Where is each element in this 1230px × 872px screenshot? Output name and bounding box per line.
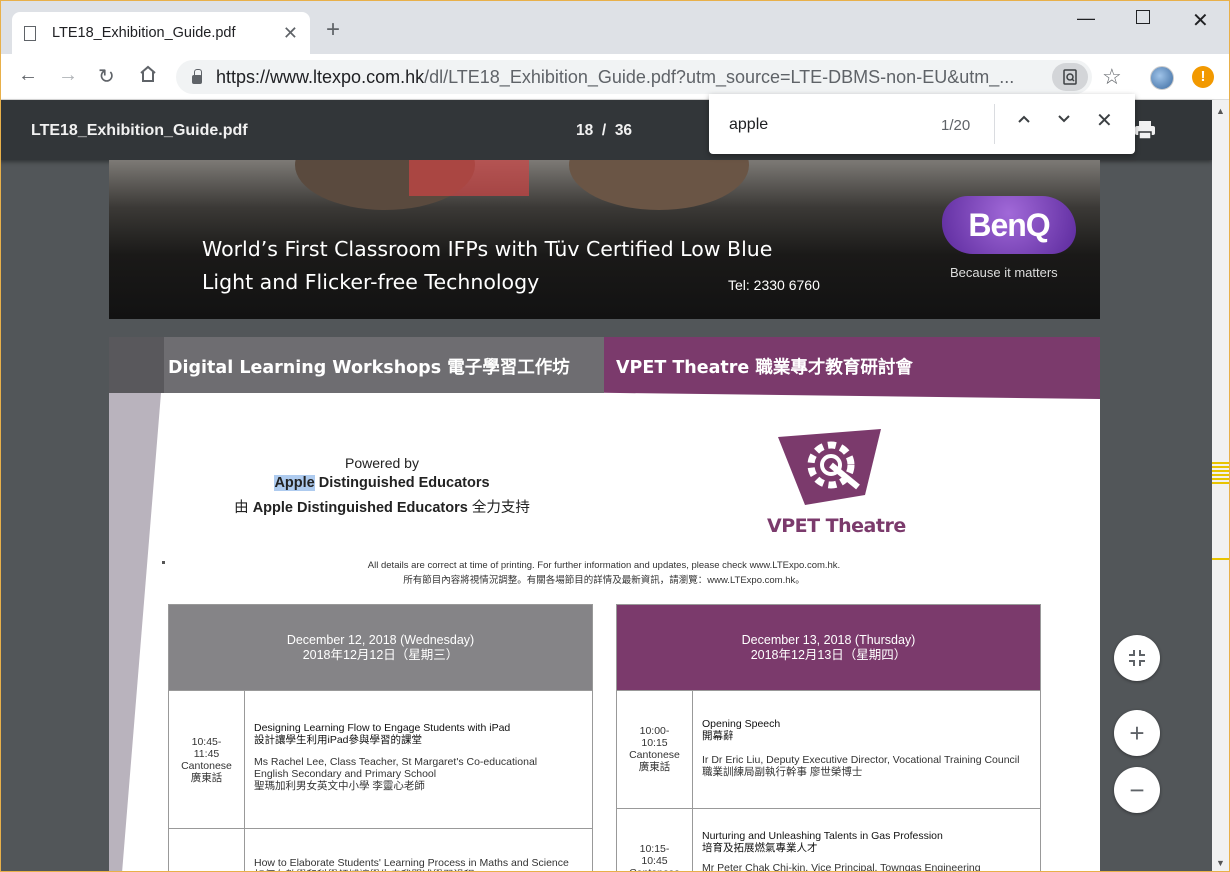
find-match-marker: [1212, 478, 1230, 480]
browser-tab[interactable]: LTE18_Exhibition_Guide.pdf ✕: [12, 12, 310, 54]
schedule-date-header: December 13, 2018 (Thursday) 2018年12月13日…: [617, 605, 1040, 690]
find-previous-icon[interactable]: [1016, 110, 1032, 133]
find-next-icon[interactable]: [1056, 110, 1072, 133]
session-time: 10:45- 11:45 Cantonese 廣東話: [169, 691, 245, 828]
session-title: How to Elaborate Students' Learning Proc…: [254, 857, 569, 872]
tab-strip: LTE18_Exhibition_Guide.pdf ✕ + — ✕: [0, 0, 1230, 54]
new-tab-icon[interactable]: +: [326, 18, 340, 42]
session-time: [169, 829, 245, 872]
session-title: Opening Speech 開幕辭: [702, 718, 781, 742]
ad-photo: [569, 160, 749, 210]
vpet-title: VPET Theatre 職業專才教育研討會: [616, 358, 913, 378]
session-speaker: Ms Rachel Lee, Class Teacher, St Margare…: [254, 756, 538, 792]
find-match-marker: [1212, 466, 1230, 468]
vertical-scrollbar[interactable]: ▲ ▼: [1212, 100, 1230, 872]
decorative-band: [109, 393, 161, 872]
print-icon[interactable]: [1134, 120, 1156, 140]
ad-tagline: Because it matters: [950, 265, 1058, 280]
workshops-title: Digital Learning Workshops 電子學習工作坊: [168, 358, 570, 378]
table-row: How to Elaborate Students' Learning Proc…: [169, 828, 592, 872]
session-time: 10:15- 10:45 Cantonese: [617, 809, 693, 872]
ad-photo: [409, 160, 529, 196]
disclaimer-en: All details are correct at time of print…: [367, 560, 841, 571]
find-match-marker: [1212, 470, 1230, 472]
lock-icon: [192, 68, 202, 84]
session-details: Designing Learning Flow to Engage Studen…: [254, 722, 590, 792]
pdf-file-name: LTE18_Exhibition_Guide.pdf: [31, 122, 248, 139]
pdf-page-ad: World’s First Classroom IFPs with Tüv Ce…: [109, 160, 1100, 319]
session-title: Designing Learning Flow to Engage Studen…: [254, 722, 511, 746]
update-alert-icon[interactable]: !: [1192, 66, 1214, 88]
tab-title: LTE18_Exhibition_Guide.pdf: [52, 25, 236, 41]
minimize-icon[interactable]: —: [1077, 8, 1095, 29]
find-match-marker: [1212, 474, 1230, 476]
schedule-date-header: December 12, 2018 (Wednesday) 2018年12月12…: [169, 605, 592, 690]
find-match-count: 1/20: [941, 117, 971, 134]
session-speaker: Ir Dr Eric Liu, Deputy Executive Directo…: [702, 754, 1020, 778]
page-indicator: 18 / 36: [576, 122, 633, 139]
scroll-down-icon[interactable]: ▼: [1216, 858, 1225, 868]
find-input[interactable]: apple: [729, 116, 768, 134]
find-in-page-icon[interactable]: [1052, 63, 1088, 91]
session-time: 10:00- 10:15 Cantonese 廣東話: [617, 691, 693, 808]
date-en: December 13, 2018 (Thursday): [741, 633, 916, 647]
vpet-logo-text: VPET Theatre: [767, 515, 906, 537]
table-row: 10:45- 11:45 Cantonese 廣東話 Designing Lea…: [169, 690, 592, 828]
scroll-up-icon[interactable]: ▲: [1216, 106, 1225, 116]
pdf-page-18: Digital Learning Workshops 電子學習工作坊 VPET …: [109, 337, 1100, 872]
powered-by-label: Powered by: [345, 455, 419, 471]
close-find-icon[interactable]: ✕: [1096, 108, 1113, 133]
table-row: 10:15- 10:45 Cantonese Nurturing and Unl…: [617, 808, 1040, 872]
bullet-dot: [162, 561, 165, 564]
session-details: Nurturing and Unleashing Talents in Gas …: [702, 830, 1038, 872]
find-highlight: Apple: [274, 475, 315, 491]
document-icon: [24, 25, 36, 41]
find-match-marker: [1212, 558, 1230, 560]
url-text: https://www.ltexpo.com.hk/dl/LTE18_Exhib…: [216, 66, 1015, 87]
session-title: Nurturing and Unleashing Talents in Gas …: [702, 830, 943, 854]
minus-icon: −: [1129, 774, 1145, 805]
zoom-out-button[interactable]: −: [1114, 767, 1160, 813]
date-zh: 2018年12月13日（星期四）: [750, 648, 907, 662]
session-details: Opening Speech 開幕辭 Ir Dr Eric Liu, Deput…: [702, 718, 1038, 778]
maximize-icon[interactable]: [1136, 10, 1150, 24]
ad-telephone: Tel: 2330 6760: [728, 277, 820, 293]
powered-by-name: Apple Distinguished Educators: [274, 475, 490, 491]
table-row: 10:00- 10:15 Cantonese 廣東話 Opening Speec…: [617, 690, 1040, 808]
fit-page-icon: [1129, 650, 1145, 666]
vpet-logo: [778, 429, 881, 505]
close-window-icon[interactable]: ✕: [1192, 8, 1209, 33]
back-icon[interactable]: ←: [18, 64, 38, 87]
disclaimer-zh: 所有節目內容將視情況調整。有關各場節目的詳情及最新資訊，請瀏覽：www.LTEx…: [403, 575, 805, 586]
find-divider: [994, 104, 995, 144]
plus-icon: +: [1129, 717, 1145, 748]
bookmark-star-icon[interactable]: ☆: [1102, 64, 1122, 90]
fit-page-button[interactable]: [1114, 635, 1160, 681]
avatar[interactable]: [1150, 66, 1174, 90]
date-en: December 12, 2018 (Wednesday): [286, 633, 475, 647]
ad-headline: World’s First Classroom IFPs with Tüv Ce…: [202, 237, 773, 261]
address-bar[interactable]: https://www.ltexpo.com.hk/dl/LTE18_Exhib…: [176, 60, 1092, 94]
close-tab-icon[interactable]: ✕: [283, 23, 298, 44]
date-zh: 2018年12月12日（星期三）: [302, 648, 459, 662]
benq-logo: BenQ: [942, 196, 1076, 254]
find-match-marker: [1212, 482, 1230, 484]
forward-icon[interactable]: →: [58, 64, 78, 87]
zoom-in-button[interactable]: +: [1114, 710, 1160, 756]
ad-headline: Light and Flicker-free Technology: [202, 270, 540, 294]
session-speaker: Mr Peter Chak Chi-kin, Vice Principal, T…: [702, 862, 981, 872]
find-match-marker: [1212, 462, 1230, 464]
powered-by-zh: 由 Apple Distinguished Educators 全力支持: [234, 500, 530, 516]
reload-icon[interactable]: ↻: [98, 64, 115, 89]
find-bar: apple 1/20 ✕: [709, 94, 1135, 154]
schedule-thursday: December 13, 2018 (Thursday) 2018年12月13日…: [616, 604, 1041, 872]
home-icon[interactable]: [138, 64, 158, 90]
schedule-wednesday: December 12, 2018 (Wednesday) 2018年12月12…: [168, 604, 593, 872]
